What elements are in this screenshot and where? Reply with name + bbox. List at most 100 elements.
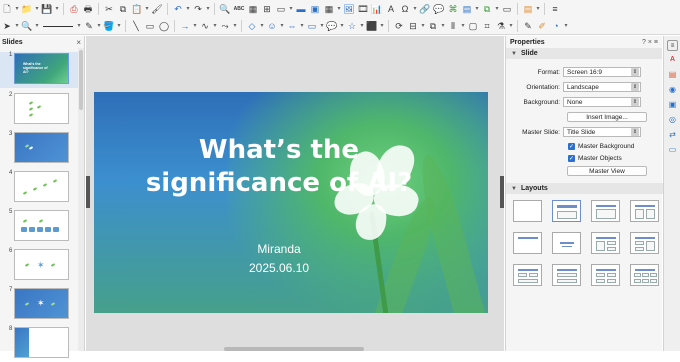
slide-thumbnail-1[interactable]: 1 What's the significance of AI? [0,52,80,88]
line-color-icon[interactable]: ✎ [83,19,95,33]
properties-tab-icon[interactable]: A [667,54,678,65]
export-pdf-icon[interactable]: ⎙ [68,2,80,16]
slide-layout-icon[interactable]: ▤ [522,2,534,16]
layout-centered-text[interactable] [552,232,581,254]
new-document-icon[interactable]: 🗋 [1,2,13,16]
hyperlink-icon[interactable]: 🔗 [419,2,431,16]
glue-points-icon[interactable]: ✐ [536,19,548,33]
helplines-icon[interactable]: ⊞ [261,2,273,16]
distribute-dropdown-icon[interactable]: ▾ [460,19,466,33]
master-slide-icon[interactable]: ▬ [295,2,307,16]
sidebar-settings-icon[interactable]: ≡ [667,40,678,51]
slide-thumbnail-3[interactable]: 3 [0,131,80,167]
insert-image-icon[interactable]: 🖼 [343,2,355,16]
layout-title-content-over-content[interactable] [552,264,581,286]
slide-layout-dropdown-icon[interactable]: ▾ [535,2,541,16]
slide-thumbnail-8[interactable]: 8 [0,326,80,362]
redo-dropdown-icon[interactable]: ▾ [205,2,211,16]
display-views-icon[interactable]: ▭ [275,2,287,16]
help-icon[interactable]: ? [642,39,646,46]
block-arrows-icon[interactable]: ⇔ [286,19,298,33]
curve-dropdown-icon[interactable]: ▾ [212,19,218,33]
select-dropdown-icon[interactable]: ▾ [14,19,20,33]
special-character-icon[interactable]: Ω [399,2,411,16]
ellipse-tool-icon[interactable]: ◯ [158,19,170,33]
basic-shapes-icon[interactable]: ◇ [246,19,258,33]
undo-icon[interactable]: ↶ [172,2,184,16]
copy-icon[interactable]: ⧉ [117,2,129,16]
callouts-dropdown-icon[interactable]: ▾ [339,19,345,33]
filter-icon[interactable]: ⚗ [495,19,507,33]
callouts-icon[interactable]: 💬 [326,19,338,33]
gallery-tab-icon[interactable]: ▣ [667,99,678,110]
layout-title-content[interactable] [591,200,620,222]
insert-media-icon[interactable]: 🎞 [357,2,369,16]
start-slideshow-icon[interactable]: ▣ [309,2,321,16]
layout-title-slide[interactable] [552,200,581,222]
layout-blank[interactable] [513,200,542,222]
close-properties-icon[interactable]: × [648,39,652,46]
3d-objects-icon[interactable]: ⬛ [366,19,378,33]
master-background-checkbox[interactable]: ✓ Master Background [568,140,663,152]
cut-icon[interactable]: ✂ [103,2,115,16]
table-icon[interactable]: ▦ [323,2,335,16]
slide-editing-area[interactable]: What’s the significance of AI? Miranda 2… [86,36,504,351]
delete-slide-icon[interactable]: ▭ [501,2,513,16]
master-slide-dropdown[interactable]: Title Slide ⇕ [563,127,641,137]
slide-title[interactable]: What’s the significance of AI? [134,134,424,201]
duplicate-slide-dropdown-icon[interactable]: ▾ [494,2,500,16]
format-dropdown[interactable]: Screen 16:9 ⇕ [563,67,641,77]
comment-icon[interactable]: 💬 [433,2,445,16]
slide-thumbnail-7[interactable]: 7 ✶ [0,287,80,323]
filter-dropdown-icon[interactable]: ▾ [508,19,514,33]
slide-thumbnail-4[interactable]: 4 [0,170,80,206]
shadow-icon[interactable]: ▢ [467,19,479,33]
master-objects-checkbox[interactable]: ✓ Master Objects [568,152,663,164]
zoom-dropdown-icon[interactable]: ▾ [34,19,40,33]
slides-scrollbar-thumb[interactable] [79,50,83,110]
flowchart-dropdown-icon[interactable]: ▾ [319,19,325,33]
slides-scrollbar[interactable] [78,48,84,351]
open-dropdown-icon[interactable]: ▾ [34,2,40,16]
layouts-section-header[interactable]: ▼ Layouts [506,183,663,194]
flowchart-icon[interactable]: ▭ [306,19,318,33]
new-slide-icon[interactable]: ▤ [461,2,473,16]
layout-title-two-content[interactable] [630,200,659,222]
duplicate-slide-icon[interactable]: ⧉ [481,2,493,16]
master-view-button[interactable]: Master View [567,166,647,176]
save-dropdown-icon[interactable]: ▾ [54,2,60,16]
open-folder-icon[interactable]: 📁 [21,2,33,16]
insert-textbox-icon[interactable]: A [385,2,397,16]
close-slides-panel-icon[interactable]: × [76,38,81,47]
layout-title-content-2-content[interactable] [630,232,659,254]
master-slides-tab-icon[interactable]: ▭ [667,144,678,155]
stars-icon[interactable]: ☆ [346,19,358,33]
align-objects-dropdown-icon[interactable]: ▾ [420,19,426,33]
orientation-dropdown[interactable]: Landscape ⇕ [563,82,641,92]
line-style-sample[interactable] [43,25,73,27]
styles-tab-icon[interactable]: ▤ [667,69,678,80]
symbol-shapes-dropdown-icon[interactable]: ▾ [279,19,285,33]
line-color-dropdown-icon[interactable]: ▾ [96,19,102,33]
block-arrows-dropdown-icon[interactable]: ▾ [299,19,305,33]
symbol-shapes-icon[interactable]: ☺ [266,19,278,33]
line-style-dropdown-icon[interactable]: ▾ [76,19,82,33]
arrange-icon[interactable]: ⧉ [427,19,439,33]
slide-thumbnail-2[interactable]: 2 [0,92,80,128]
slide-section-header[interactable]: ▼ Slide [506,48,662,59]
print-icon[interactable]: 🖶 [82,2,94,16]
collapse-slides-handle[interactable] [86,176,90,208]
rectangle-tool-icon[interactable]: ▭ [144,19,156,33]
extrusion-dropdown-icon[interactable]: ▾ [563,19,569,33]
arrow-line-icon[interactable]: → [179,19,191,33]
layout-title-2-content-over-content[interactable] [513,264,542,286]
distribute-icon[interactable]: ⫴ [447,19,459,33]
background-dropdown[interactable]: None ⇕ [563,97,641,107]
layout-title-6-content[interactable] [630,264,659,286]
display-views-dropdown-icon[interactable]: ▾ [288,2,294,16]
paste-dropdown-icon[interactable]: ▾ [144,2,150,16]
find-replace-icon[interactable]: 🔍 [219,2,231,16]
zoom-icon[interactable]: 🔍 [21,19,33,33]
slide-date[interactable]: 2025.06.10 [204,261,354,275]
new-dropdown-icon[interactable]: ▾ [14,2,20,16]
